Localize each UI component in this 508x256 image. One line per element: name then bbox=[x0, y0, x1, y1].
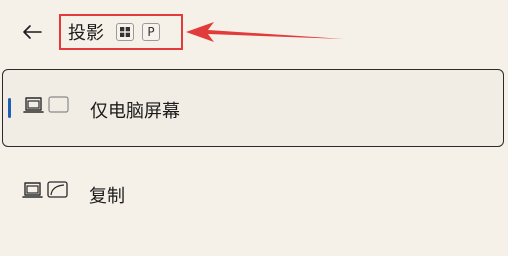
option-duplicate[interactable]: 复制 bbox=[2, 152, 504, 232]
pc-screen-only-icon bbox=[23, 96, 69, 113]
selection-indicator bbox=[8, 98, 11, 118]
header: 投影 P bbox=[0, 0, 508, 66]
option-label: 复制 bbox=[89, 186, 125, 207]
back-button[interactable] bbox=[18, 18, 46, 46]
option-pc-screen-only[interactable]: 仅电脑屏幕 bbox=[2, 69, 504, 147]
p-key: P bbox=[142, 23, 160, 41]
option-label: 仅电脑屏幕 bbox=[90, 101, 180, 122]
windows-logo-icon bbox=[120, 27, 130, 37]
page-title: 投影 bbox=[68, 23, 104, 44]
windows-key bbox=[116, 23, 134, 41]
arrow-left-icon bbox=[23, 25, 42, 39]
title-highlight-box: 投影 P bbox=[59, 14, 183, 50]
duplicate-icon bbox=[22, 181, 68, 198]
